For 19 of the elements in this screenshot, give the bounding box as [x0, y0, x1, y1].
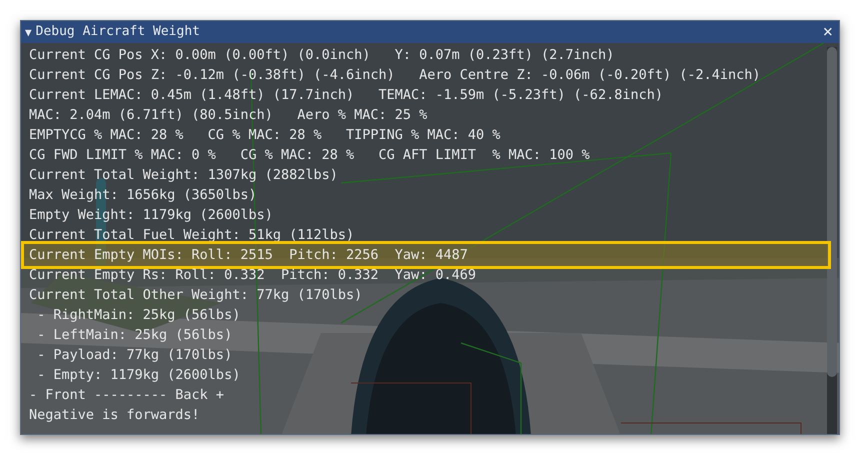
debug-line: MAC: 2.04m (6.71ft) (80.5inch) Aero % MAC: 25 % [29, 106, 428, 125]
debug-line: Current CG Pos X: 0.00m (0.00ft) (0.0inch) Y: 0.07m (0.23ft) (2.7inch) [29, 46, 616, 65]
debug-line: Current Total Weight: 1307kg (2882lbs) [29, 166, 339, 185]
window-title: Debug Aircraft Weight [36, 23, 200, 42]
debug-line: - Front --------- Back + [29, 386, 226, 405]
debug-line: Current LEMAC: 0.45m (1.48ft) (17.7inch) TEMAC: -1.59m (-5.23ft) (-62.8inch) [29, 86, 664, 105]
debug-line: Current Empty Rs: Roll: 0.332 Pitch: 0.332 Yaw: 0.469 [29, 266, 478, 285]
debug-line: Current CG Pos Z: -0.12m (-0.38ft) (-4.6inch) Aero Centre Z: -0.06m (-0.20ft) (-2.4inch) [29, 66, 762, 85]
debug-line: Max Weight: 1656kg (3650lbs) [29, 186, 258, 205]
debug-line: Current Total Other Weight: 77kg (170lbs) [29, 286, 364, 305]
debug-line: - Payload: 77kg (170lbs) [36, 346, 234, 365]
debug-line: - LeftMain: 25kg (56lbs) [36, 326, 234, 345]
debug-line: Negative is forwards! [29, 406, 201, 425]
debug-line: - RightMain: 25kg (56lbs) [36, 306, 242, 325]
debug-line: CG FWD LIMIT % MAC: 0 % CG % MAC: 28 % CG AFT LIMIT % MAC: 100 % [29, 146, 591, 165]
debug-line: Empty Weight: 1179kg (2600lbs) [29, 206, 274, 225]
debug-line: - Empty: 1179kg (2600lbs) [36, 366, 242, 385]
close-button[interactable]: × [820, 24, 835, 40]
debug-line: EMPTYCG % MAC: 28 % CG % MAC: 28 % TIPPING % MAC: 40 % [29, 126, 502, 145]
